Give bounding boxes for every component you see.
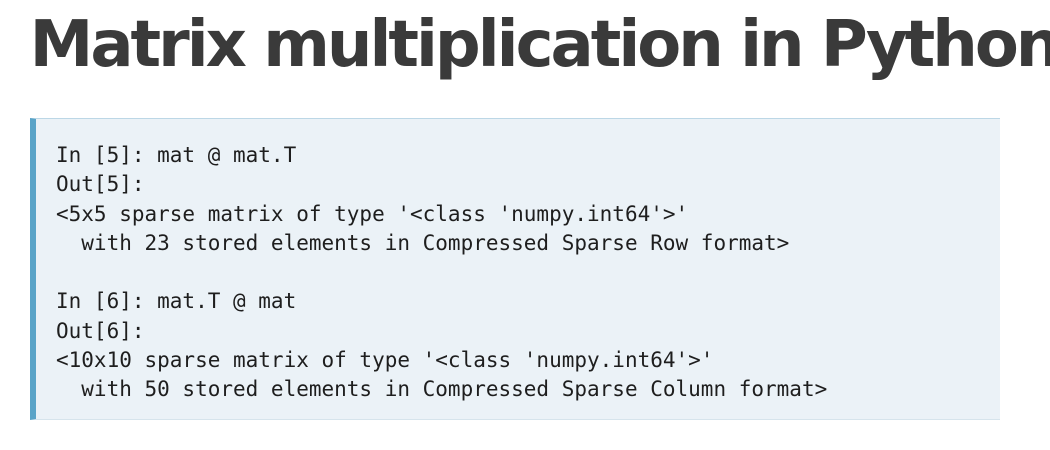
code-line: In [5]: mat @ mat.T [56,143,297,167]
slide-title: Matrix multiplication in Python [29,8,1050,82]
code-line: Out[5]: [56,172,145,197]
code-block: In [5]: mat @ mat.T Out[5]: <5x5 sparse … [30,118,1000,420]
code-line: with 23 stored elements in Compressed Sp… [56,230,790,255]
code-line: with 50 stored elements in Compressed Sp… [56,377,828,402]
code-line: Out[6]: [56,318,145,343]
code-line: <5x5 sparse matrix of type '<class 'nump… [56,201,689,226]
code-line: <10x10 sparse matrix of type '<class 'nu… [56,348,714,373]
code-line: In [6]: mat.T @ mat [56,289,297,314]
